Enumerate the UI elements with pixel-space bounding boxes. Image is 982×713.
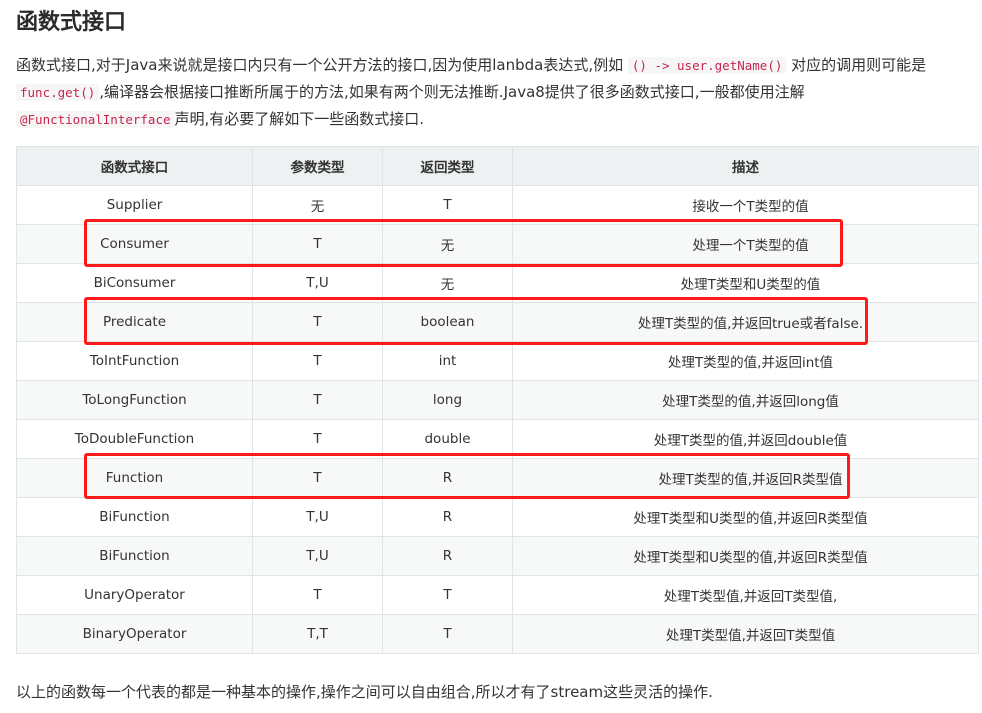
cell-return: T	[382, 185, 513, 225]
header-description: 描述	[512, 146, 979, 186]
header-interface: 函数式接口	[16, 146, 253, 186]
cell-description: 处理T类型的值,并返回int值	[512, 341, 979, 381]
cell-description: 处理T类型的值,并返回double值	[512, 419, 979, 459]
cell-param: T	[252, 575, 383, 615]
intro-text-2: ,编译器会根据接口推断所属于的方法,如果有两个则无法推断.Java8提供了很多函…	[99, 83, 805, 101]
table-row: ToDoubleFunction T double 处理T类型的值,并返回dou…	[16, 419, 979, 459]
code-snippet-lambda: () -> user.getName()	[627, 57, 787, 74]
table-header-row: 函数式接口 参数类型 返回类型 描述	[16, 146, 979, 186]
cell-interface: ToLongFunction	[16, 380, 253, 420]
cell-param: T,U	[252, 263, 383, 303]
cell-description: 处理T类型值,并返回T类型值	[512, 614, 979, 654]
cell-param: T	[252, 419, 383, 459]
cell-return: R	[382, 497, 513, 537]
table-row: ToLongFunction T long 处理T类型的值,并返回long值	[16, 380, 979, 420]
cell-return: R	[382, 536, 513, 576]
cell-description: 处理T类型值,并返回T类型值,	[512, 575, 979, 615]
cell-return: 无	[382, 263, 513, 303]
table-row: Supplier 无 T 接收一个T类型的值	[16, 185, 979, 225]
cell-description: 处理T类型的值,并返回long值	[512, 380, 979, 420]
cell-interface: Supplier	[16, 185, 253, 225]
cell-param: 无	[252, 185, 383, 225]
closing-paragraph: 以上的函数每一个代表的都是一种基本的操作,操作之间可以自由组合,所以才有了str…	[16, 683, 713, 701]
cell-description: 处理T类型的值,并返回R类型值	[512, 458, 979, 498]
cell-description: 处理T类型和U类型的值,并返回R类型值	[512, 536, 979, 576]
cell-description: 接收一个T类型的值	[512, 185, 979, 225]
cell-interface: Consumer	[16, 224, 253, 264]
cell-description: 处理T类型和U类型的值	[512, 263, 979, 303]
cell-return: boolean	[382, 302, 513, 342]
table-row: Function T R 处理T类型的值,并返回R类型值	[16, 458, 979, 498]
code-snippet-func-get: func.get()	[16, 84, 100, 101]
cell-return: double	[382, 419, 513, 459]
cell-interface: UnaryOperator	[16, 575, 253, 615]
cell-interface: ToIntFunction	[16, 341, 253, 381]
cell-param: T	[252, 302, 383, 342]
cell-description: 处理一个T类型的值	[512, 224, 979, 264]
cell-param: T	[252, 224, 383, 264]
header-param-type: 参数类型	[252, 146, 383, 186]
cell-description: 处理T类型和U类型的值,并返回R类型值	[512, 497, 979, 537]
header-return-type: 返回类型	[382, 146, 513, 186]
intro-paragraph: 函数式接口,对于Java来说就是接口内只有一个公开方法的接口,因为使用lanbd…	[16, 52, 976, 133]
intro-line-2: func.get() ,编译器会根据接口推断所属于的方法,如果有两个则无法推断.J…	[16, 79, 976, 106]
cell-interface: Predicate	[16, 302, 253, 342]
table-row: UnaryOperator T T 处理T类型值,并返回T类型值,	[16, 575, 979, 615]
cell-param: T,U	[252, 497, 383, 537]
cell-interface: BinaryOperator	[16, 614, 253, 654]
intro-text-1-tail: 对应的调用则可能是	[791, 56, 927, 74]
cell-interface: ToDoubleFunction	[16, 419, 253, 459]
cell-return: T	[382, 614, 513, 654]
intro-text-3: 声明,有必要了解如下一些函数式接口.	[174, 110, 425, 128]
cell-param: T,T	[252, 614, 383, 654]
cell-interface: BiFunction	[16, 536, 253, 576]
table-row: BinaryOperator T,T T 处理T类型值,并返回T类型值	[16, 614, 979, 654]
cell-param: T	[252, 380, 383, 420]
intro-line-1: 函数式接口,对于Java来说就是接口内只有一个公开方法的接口,因为使用lanbd…	[16, 52, 976, 79]
cell-interface: BiConsumer	[16, 263, 253, 303]
cell-param: T	[252, 341, 383, 381]
cell-return: T	[382, 575, 513, 615]
table-row: BiFunction T,U R 处理T类型和U类型的值,并返回R类型值	[16, 497, 979, 537]
intro-line-3: @FunctionalInterface 声明,有必要了解如下一些函数式接口.	[16, 106, 976, 133]
cell-return: long	[382, 380, 513, 420]
table-row: BiConsumer T,U 无 处理T类型和U类型的值	[16, 263, 979, 303]
page-title: 函数式接口	[16, 10, 127, 35]
cell-return: 无	[382, 224, 513, 264]
cell-return: R	[382, 458, 513, 498]
functional-interface-table: 函数式接口 参数类型 返回类型 描述 Supplier 无 T 接收一个T类型的…	[16, 146, 979, 654]
cell-interface: Function	[16, 458, 253, 498]
cell-param: T,U	[252, 536, 383, 576]
code-snippet-annotation: @FunctionalInterface	[16, 111, 175, 128]
cell-return: int	[382, 341, 513, 381]
table-row: ToIntFunction T int 处理T类型的值,并返回int值	[16, 341, 979, 381]
cell-interface: BiFunction	[16, 497, 253, 537]
table-row: Consumer T 无 处理一个T类型的值	[16, 224, 979, 264]
table-row: Predicate T boolean 处理T类型的值,并返回true或者fal…	[16, 302, 979, 342]
cell-description: 处理T类型的值,并返回true或者false.	[512, 302, 979, 342]
cell-param: T	[252, 458, 383, 498]
table-row: BiFunction T,U R 处理T类型和U类型的值,并返回R类型值	[16, 536, 979, 576]
intro-text-1: 函数式接口,对于Java来说就是接口内只有一个公开方法的接口,因为使用lanbd…	[16, 56, 624, 74]
